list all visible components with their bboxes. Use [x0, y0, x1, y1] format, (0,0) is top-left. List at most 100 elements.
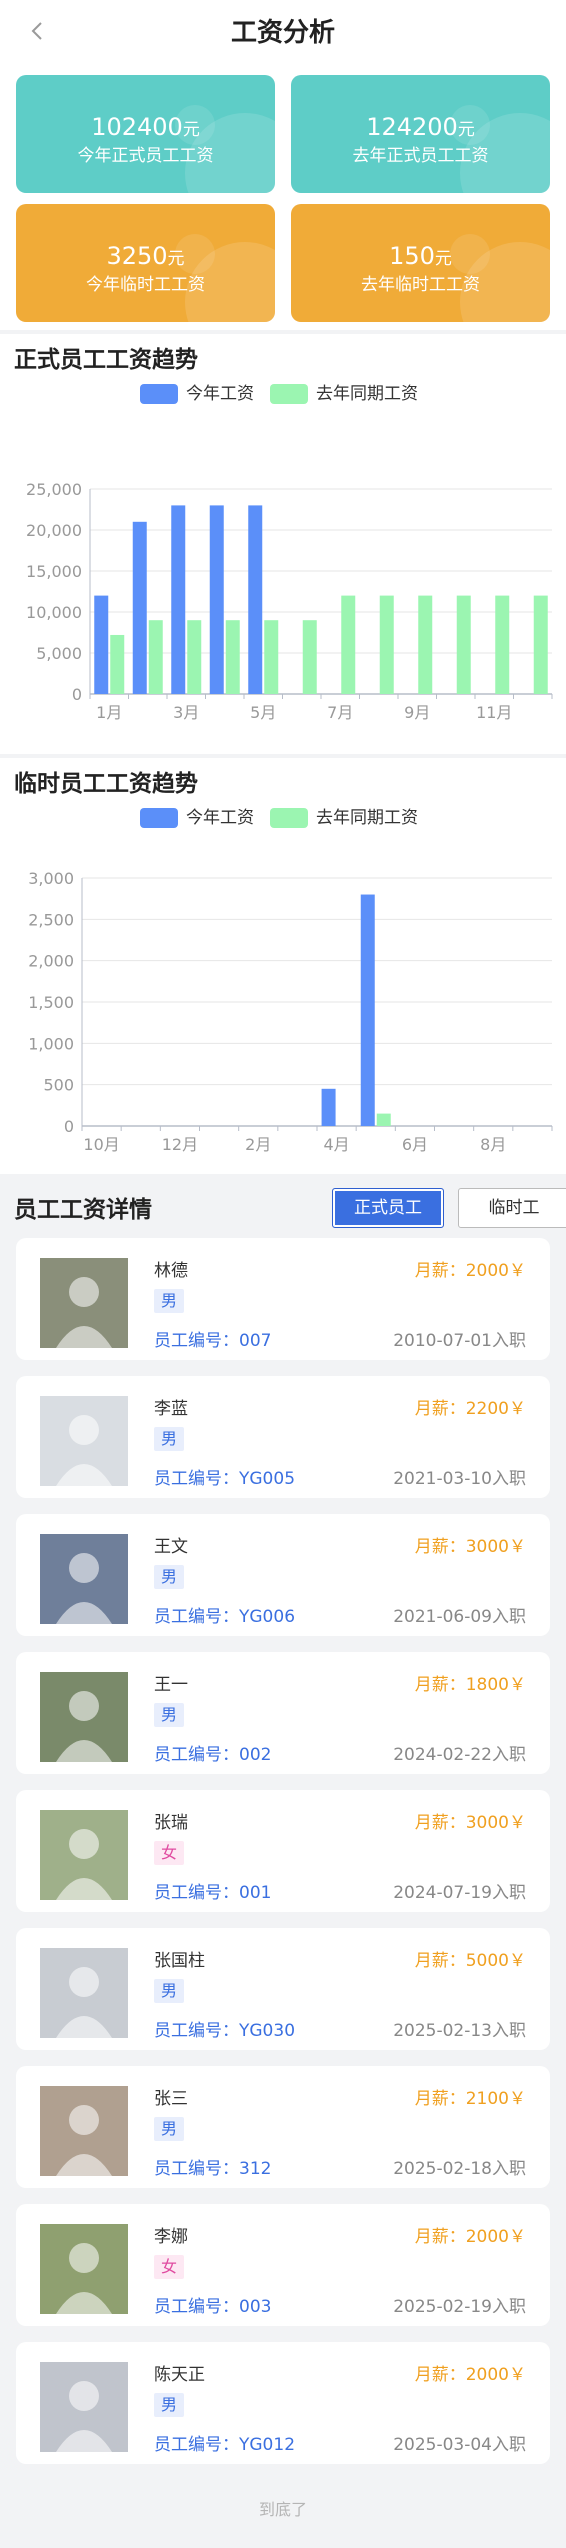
hire-date: 2024-02-22入职 — [393, 1745, 526, 1765]
bar-last-year — [376, 1113, 391, 1126]
x-tick-label: 9月 — [404, 703, 430, 722]
employee-salary: 月薪：2000￥ — [414, 1261, 526, 1281]
legend-label: 去年同期工资 — [316, 808, 418, 828]
details-title: 员工工资详情 — [14, 1197, 152, 1223]
avatar — [40, 1534, 128, 1624]
hire-date: 2021-03-10入职 — [393, 1469, 526, 1489]
summary-unit: 元 — [167, 249, 185, 269]
summary-unit: 元 — [182, 120, 200, 140]
employee-card[interactable]: 陈天正 月薪：2000￥ 男员工编号：YG012 2025-03-04入职 — [16, 2342, 550, 2464]
hire-date: 2025-02-13入职 — [393, 2021, 526, 2041]
gender-badge: 男 — [154, 1979, 185, 2003]
gender-badge: 男 — [154, 1703, 185, 1727]
employee-name: 张三 — [154, 2089, 188, 2109]
bar-this-year — [132, 521, 147, 694]
y-tick-label: 2,500 — [28, 910, 74, 929]
employee-card[interactable]: 张瑞 月薪：3000￥ 女员工编号：001 2024-07-19入职 — [16, 1790, 550, 1912]
bar-last-year — [456, 595, 471, 694]
employee-id: 员工编号：007 — [154, 1331, 272, 1351]
bar-this-year — [248, 505, 263, 694]
employee-card[interactable]: 李娜 月薪：2000￥ 女员工编号：003 2025-02-19入职 — [16, 2204, 550, 2326]
y-tick-label: 500 — [43, 1076, 74, 1095]
bar-last-year — [418, 595, 433, 694]
x-tick-label: 2月 — [245, 1135, 271, 1154]
employee-salary: 月薪：5000￥ — [414, 1951, 526, 1971]
tab-temp-workers[interactable]: 临时工 — [458, 1188, 566, 1228]
summary-card-this-year-temp: 3250元 今年临时工工资 — [16, 204, 275, 322]
bar-last-year — [225, 620, 240, 694]
bar-this-year — [209, 505, 224, 694]
employee-salary: 月薪：1800￥ — [414, 1675, 526, 1695]
y-tick-label: 3,000 — [28, 869, 74, 888]
avatar — [40, 2086, 128, 2176]
x-tick-label: 7月 — [327, 703, 353, 722]
temp-salary-chart: 0 500 1,000 1,500 2,000 2,500 3,000 10月 12月 2月 4月 6… — [28, 869, 553, 1154]
x-tick-label: 4月 — [323, 1135, 349, 1154]
hire-date: 2025-02-19入职 — [393, 2297, 526, 2317]
summary-card-last-year-formal: 124200元 去年正式员工工资 — [291, 75, 550, 193]
bar-this-year — [321, 1088, 336, 1126]
summary-label: 去年临时工工资 — [361, 275, 480, 295]
y-tick-label: 15,000 — [26, 562, 82, 581]
employee-name: 李蓝 — [154, 1399, 188, 1419]
x-tick-label: 5月 — [250, 703, 276, 722]
employee-card[interactable]: 张国柱 月薪：5000￥ 男员工编号：YG030 2025-02-13入职 — [16, 1928, 550, 2050]
employee-card[interactable]: 王文 月薪：3000￥ 男员工编号：YG006 2021-06-09入职 — [16, 1514, 550, 1636]
top-bar: 工资分析 — [0, 0, 566, 66]
summary-label: 去年正式员工工资 — [352, 146, 489, 166]
legend-label: 今年工资 — [186, 808, 254, 828]
bar-this-year — [94, 595, 109, 694]
x-tick-label: 1月 — [96, 703, 122, 722]
summary-card-this-year-formal: 102400元 今年正式员工工资 — [16, 75, 275, 193]
hire-date: 2021-06-09入职 — [393, 1607, 526, 1627]
bar-last-year — [533, 595, 548, 694]
summary-label: 今年临时工工资 — [86, 275, 205, 295]
gender-badge: 男 — [154, 2117, 185, 2141]
legend-label: 去年同期工资 — [316, 384, 418, 404]
employee-name: 王一 — [154, 1675, 188, 1695]
formal-salary-section: 正式员工工资趋势 今年工资 去年同期工资 0 5,000 10,000 15,000 2… — [0, 334, 566, 754]
employee-salary: 月薪：3000￥ — [414, 1537, 526, 1557]
avatar — [40, 2362, 128, 2452]
employee-salary: 月薪：2000￥ — [414, 2227, 526, 2247]
x-tick-label: 10月 — [83, 1135, 119, 1154]
y-tick-label: 1,500 — [28, 993, 74, 1012]
employee-id: 员工编号：002 — [154, 1745, 272, 1765]
hire-date: 2024-07-19入职 — [393, 1883, 526, 1903]
formal-chart-title: 正式员工工资趋势 — [14, 347, 198, 373]
employee-salary: 月薪：2200￥ — [414, 1399, 526, 1419]
bar-last-year — [495, 595, 510, 694]
employee-name: 林德 — [154, 1261, 188, 1281]
legend-swatch — [270, 384, 308, 404]
temp-chart-legend: 今年工资 去年同期工资 — [0, 806, 566, 830]
employee-name: 张瑞 — [154, 1813, 188, 1833]
employee-salary: 月薪：2000￥ — [414, 2365, 526, 2385]
employee-card[interactable]: 张三 月薪：2100￥ 男员工编号：312 2025-02-18入职 — [16, 2066, 550, 2188]
avatar — [40, 2224, 128, 2314]
x-tick-label: 11月 — [476, 703, 512, 722]
employee-card[interactable]: 李蓝 月薪：2200￥ 男员工编号：YG005 2021-03-10入职 — [16, 1376, 550, 1498]
summary-cards: 102400元 今年正式员工工资 124200元 去年正式员工工资 3250元 … — [0, 66, 566, 330]
employee-card[interactable]: 林德 月薪：2000￥ 男员工编号：007 2010-07-01入职 — [16, 1238, 550, 1360]
bar-last-year — [264, 620, 279, 694]
avatar — [40, 1672, 128, 1762]
x-tick-label: 12月 — [162, 1135, 198, 1154]
employee-id: 员工编号：003 — [154, 2297, 272, 2317]
gender-badge: 男 — [154, 1565, 185, 1589]
summary-label: 今年正式员工工资 — [77, 146, 214, 166]
employee-name: 张国柱 — [154, 1951, 205, 1971]
hire-date: 2025-02-18入职 — [393, 2159, 526, 2179]
gender-badge: 男 — [154, 1427, 185, 1451]
employee-card[interactable]: 王一 月薪：1800￥ 男员工编号：002 2024-02-22入职 — [16, 1652, 550, 1774]
employee-name: 陈天正 — [154, 2365, 205, 2385]
y-tick-label: 2,000 — [28, 952, 74, 971]
formal-salary-chart: 0 5,000 10,000 15,000 20,000 25,000 1月 3月 5月 7月 9月… — [26, 480, 553, 722]
employee-id: 员工编号：001 — [154, 1883, 272, 1903]
summary-unit: 元 — [457, 120, 475, 140]
bar-last-year — [148, 620, 163, 694]
employee-id: 员工编号：YG006 — [154, 1607, 296, 1627]
temp-chart-title: 临时员工工资趋势 — [14, 771, 198, 797]
tab-formal-employees[interactable]: 正式员工 — [332, 1188, 444, 1228]
bar-last-year — [341, 595, 356, 694]
summary-amount: 3250 — [106, 242, 168, 270]
